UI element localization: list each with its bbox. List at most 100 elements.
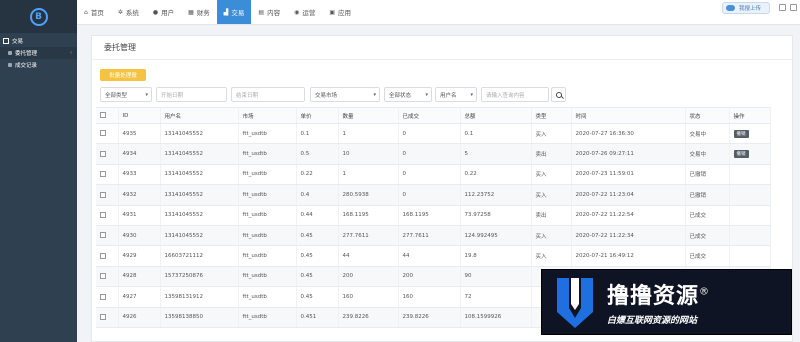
- cell-price: 0.1: [296, 123, 339, 145]
- cell-filled: 0: [398, 143, 461, 165]
- tab-trade[interactable]: ▟ 交易: [216, 0, 252, 24]
- cell-total: 124.992495: [460, 225, 532, 247]
- chevron-down-icon: ▾: [145, 91, 148, 98]
- cell-type: 买入: [531, 164, 572, 186]
- search-icon: [555, 91, 562, 98]
- col-header-market[interactable]: 市场: [238, 107, 297, 124]
- fullscreen-icon[interactable]: [790, 4, 797, 11]
- tab-label: 应用: [337, 9, 351, 17]
- cell-filled: 277.7611: [398, 225, 461, 247]
- cell-filled: 200: [398, 266, 461, 288]
- cell-price: 0.451: [296, 307, 339, 328]
- tab-label: 首页: [90, 9, 104, 17]
- col-header-price[interactable]: 单价: [296, 107, 339, 124]
- cell-total: 5: [460, 143, 532, 165]
- cell-user: 13141045552: [160, 143, 239, 165]
- finance-icon: ▦: [188, 8, 194, 16]
- table-row: 4932 13141045552 ftt_usdtb 0.4 280.5938 0 112.…: [96, 184, 771, 206]
- sidebar-group-trade[interactable]: 交易: [0, 35, 77, 47]
- brand-logo-icon: B: [29, 7, 48, 26]
- cell-market: ftt_usdtb: [238, 245, 297, 267]
- field-select[interactable]: 用户名 ▾: [435, 87, 477, 102]
- logo[interactable]: B: [0, 0, 77, 33]
- checkbox-icon: [100, 313, 106, 320]
- col-header-type[interactable]: 类型: [531, 107, 572, 124]
- row-checkbox[interactable]: [96, 225, 119, 247]
- top-tools: [779, 4, 797, 11]
- checkbox-icon: [100, 293, 106, 300]
- start-date-input[interactable]: 开始日期: [156, 87, 227, 102]
- search-button[interactable]: [551, 87, 566, 102]
- tab-label: 运营: [302, 9, 316, 17]
- col-header-time[interactable]: 时间: [571, 107, 686, 124]
- top-nav: ⌂ 首页 ✲ 系统 ● 用户 ▦ 财务 ▟ 交易 ▤ 内容 ◉ 运营 ▣ 应用 我搜上传: [77, 0, 800, 25]
- cell-filled: 44: [398, 245, 461, 267]
- refresh-icon[interactable]: [779, 4, 786, 11]
- page-title: 委托管理: [92, 36, 792, 60]
- operations-icon: ◉: [294, 8, 300, 16]
- row-checkbox[interactable]: [96, 245, 119, 267]
- tab-apps[interactable]: ▣ 应用: [322, 0, 358, 24]
- cell-price: 0.45: [296, 245, 339, 267]
- end-date-input[interactable]: 结束日期: [231, 87, 305, 102]
- type-select[interactable]: 全部类型 ▾: [100, 87, 152, 102]
- tab-operations[interactable]: ◉ 运营: [287, 0, 322, 24]
- cell-filled: 168.1195: [398, 205, 461, 226]
- row-checkbox[interactable]: [96, 307, 119, 328]
- cell-user: 13598131912: [160, 286, 239, 308]
- row-checkbox[interactable]: [96, 266, 119, 288]
- cell-type: 卖出: [531, 205, 572, 226]
- market-select[interactable]: 交易市场 ▾: [310, 87, 380, 102]
- cell-qty: 44: [338, 245, 399, 267]
- row-checkbox[interactable]: [96, 184, 119, 206]
- col-header-id[interactable]: ID: [118, 107, 161, 124]
- cancel-order-button[interactable]: 撤销: [733, 129, 749, 138]
- tab-user[interactable]: ● 用户: [146, 0, 181, 24]
- row-checkbox[interactable]: [96, 123, 119, 145]
- search-input[interactable]: 请输入查询内容: [481, 87, 549, 102]
- row-checkbox[interactable]: [96, 164, 119, 186]
- batch-cancel-button[interactable]: 批量处理撤: [100, 69, 146, 81]
- tab-finance[interactable]: ▦ 财务: [181, 0, 217, 24]
- col-header-filled[interactable]: 已成交: [398, 107, 461, 124]
- watermark-text: 撸撸资源® 白嫖互联网资源的网站: [607, 278, 710, 326]
- sidebar-item-orders[interactable]: 委托管理 ‹: [0, 47, 77, 59]
- cell-id: 4930: [118, 225, 161, 247]
- cell-price: 0.22: [296, 164, 339, 186]
- watermark-title-text: 撸撸资源: [607, 284, 700, 309]
- cloud-upload-button[interactable]: 我搜上传: [722, 2, 770, 14]
- tab-home[interactable]: ⌂ 首页: [77, 0, 111, 24]
- row-checkbox[interactable]: [96, 143, 119, 165]
- cell-type: 买入: [531, 123, 572, 145]
- sidebar-item-label: 委托管理: [15, 51, 38, 57]
- row-checkbox[interactable]: [96, 286, 119, 308]
- cell-time: 2020-07-22 11:22:34: [571, 225, 686, 247]
- sidebar-item-trades[interactable]: 成交记录: [0, 59, 77, 71]
- col-header-total[interactable]: 总额: [460, 107, 532, 124]
- select-all-checkbox[interactable]: [96, 107, 119, 124]
- cell-qty: 239.8226: [338, 307, 399, 328]
- table-row: 4929 16603721112 ftt_usdtb 0.45 44 44 19.8 买入 20…: [96, 245, 771, 267]
- cell-total: 90: [460, 266, 532, 288]
- cell-filled: 160: [398, 286, 461, 308]
- tab-system[interactable]: ✲ 系统: [111, 0, 146, 24]
- cancel-order-button[interactable]: 撤销: [733, 150, 749, 159]
- list-icon: [8, 51, 12, 55]
- tab-label: 财务: [196, 9, 210, 17]
- cell-qty: 10: [338, 143, 399, 165]
- col-header-status[interactable]: 状态: [685, 107, 730, 124]
- tab-content[interactable]: ▤ 内容: [251, 0, 287, 24]
- row-checkbox[interactable]: [96, 205, 119, 226]
- table-row: 4931 13141045552 ftt_usdtb 0.44 168.1195 168.…: [96, 205, 771, 226]
- col-header-user[interactable]: 用户名: [160, 107, 239, 124]
- col-header-qty[interactable]: 数量: [338, 107, 399, 124]
- cell-market: ftt_usdtb: [238, 225, 297, 247]
- cell-qty: 160: [338, 286, 399, 308]
- status-select[interactable]: 全部状态 ▾: [384, 87, 432, 102]
- cell-filled: 0: [398, 164, 461, 186]
- cell-action: [729, 245, 771, 267]
- cell-time: 2020-07-22 11:22:54: [571, 205, 686, 226]
- chevron-down-icon: ▾: [470, 91, 473, 98]
- table-row: 4935 13141045552 ftt_usdtb 0.1 1 0 0.1 买入 2020-0…: [96, 123, 771, 145]
- cell-market: ftt_usdtb: [238, 123, 297, 145]
